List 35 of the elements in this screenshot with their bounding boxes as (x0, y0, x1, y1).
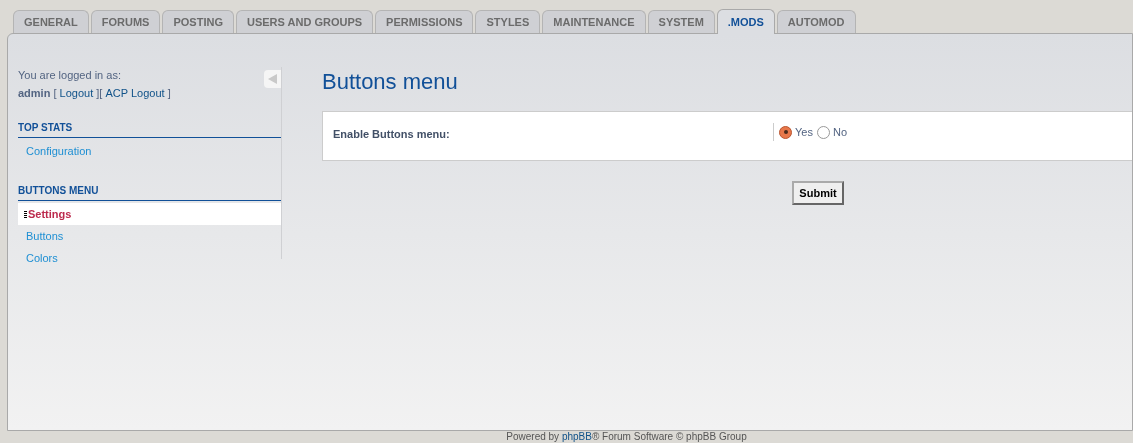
nav-tab[interactable]: AUTOMOD (776, 10, 856, 33)
username: admin (18, 85, 51, 101)
menu-item[interactable]: Settings (18, 203, 281, 225)
nav-tab[interactable]: POSTING (162, 10, 234, 33)
collapse-button[interactable] (264, 70, 281, 88)
radio-button[interactable] (816, 125, 830, 139)
bracket: [ (52, 85, 58, 101)
nav-tab[interactable]: STYLES (475, 10, 541, 33)
logout-link[interactable]: ACP Logout (105, 84, 165, 101)
nav-tab[interactable]: FORUMS (90, 10, 161, 33)
page-title: Buttons menu (322, 68, 459, 96)
bracket: ] (166, 85, 171, 101)
radio-option[interactable]: Yes (779, 123, 813, 141)
menu-item[interactable]: Buttons (18, 225, 281, 247)
collapse-arrow-icon (268, 74, 277, 84)
nav-tab[interactable]: USERS AND GROUPS (235, 10, 374, 33)
section-heading: TOP STATS (18, 120, 281, 138)
nav-tab[interactable]: MAINTENANCE (542, 10, 646, 33)
nav-tab[interactable]: GENERAL (13, 10, 89, 33)
submit-button[interactable]: Submit (792, 181, 844, 205)
section-heading: BUTTONS MENU (18, 183, 281, 201)
nav-tab[interactable]: .MODS (716, 9, 775, 34)
setting-label: Enable Buttons menu: (333, 128, 450, 140)
nav-tab[interactable]: PERMISSIONS (375, 10, 474, 33)
login-label: You are logged in as: (18, 68, 121, 83)
selection-marker-icon (24, 210, 27, 218)
radio-option[interactable]: No (816, 123, 847, 141)
menu-item[interactable]: Colors (18, 247, 281, 269)
logout-link[interactable]: Logout (59, 84, 94, 101)
bracket: [ (99, 85, 104, 101)
nav-tab[interactable]: SYSTEM (647, 10, 715, 33)
bracket: ] (95, 85, 100, 101)
radio-button[interactable] (779, 125, 792, 139)
menu-item[interactable]: Configuration (18, 140, 281, 162)
footer-text: Powered by phpBB® Forum Software © phpBB Group (506, 431, 747, 442)
